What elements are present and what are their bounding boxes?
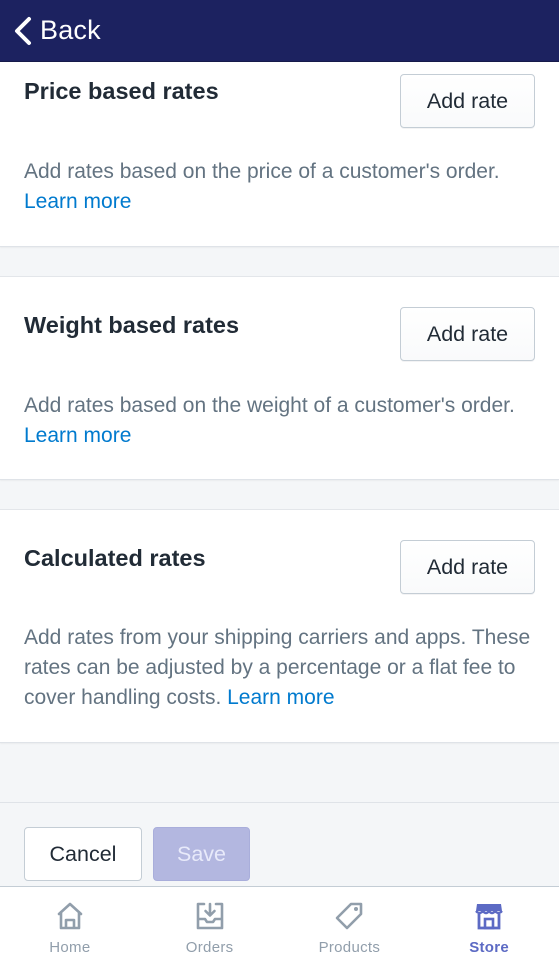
home-icon: [57, 902, 83, 930]
add-calculated-rate-button[interactable]: Add rate: [400, 540, 535, 594]
add-price-rate-button[interactable]: Add rate: [400, 74, 535, 128]
tab-label: Products: [318, 939, 381, 956]
description-text: Add rates based on the weight of a custo…: [24, 394, 515, 417]
weight-based-rates-card: Weight based rates Add rate Add rates ba…: [0, 276, 559, 480]
learn-more-link[interactable]: Learn more: [227, 686, 334, 709]
orders-inbox-icon: [196, 902, 223, 930]
back-label: Back: [40, 15, 101, 45]
tab-products[interactable]: Products: [280, 887, 420, 960]
section-description: Add rates based on the price of a custom…: [24, 157, 544, 217]
save-button[interactable]: Save: [153, 827, 250, 881]
tab-label: Orders: [185, 939, 234, 956]
chevron-left-icon: [15, 16, 31, 45]
section-title: Weight based rates: [24, 312, 240, 338]
learn-more-link[interactable]: Learn more: [24, 424, 131, 447]
tab-label: Home: [49, 939, 91, 956]
description-text: Add rates based on the price of a custom…: [24, 160, 500, 183]
add-weight-rate-button[interactable]: Add rate: [400, 307, 535, 361]
tab-label: Store: [469, 939, 510, 956]
bottom-tab-bar: Home Orders Products Store: [0, 886, 559, 960]
price-based-rates-card: Price based rates Add rate Add rates bas…: [0, 62, 559, 247]
tab-store[interactable]: Store: [419, 887, 559, 960]
calculated-rates-card: Calculated rates Add rate Add rates from…: [0, 509, 559, 743]
section-description: Add rates based on the weight of a custo…: [24, 391, 544, 451]
footer-divider: [0, 802, 559, 803]
tab-home[interactable]: Home: [0, 887, 140, 960]
section-title: Calculated rates: [24, 545, 206, 571]
back-button[interactable]: Back: [12, 15, 101, 46]
top-nav-bar: Back: [0, 0, 559, 62]
learn-more-link[interactable]: Learn more: [24, 190, 131, 213]
cancel-button[interactable]: Cancel: [24, 827, 142, 881]
section-title: Price based rates: [24, 78, 219, 104]
tag-icon: [336, 902, 363, 930]
tab-orders[interactable]: Orders: [140, 887, 280, 960]
section-description: Add rates from your shipping carriers an…: [24, 623, 544, 713]
store-icon: [475, 904, 504, 930]
